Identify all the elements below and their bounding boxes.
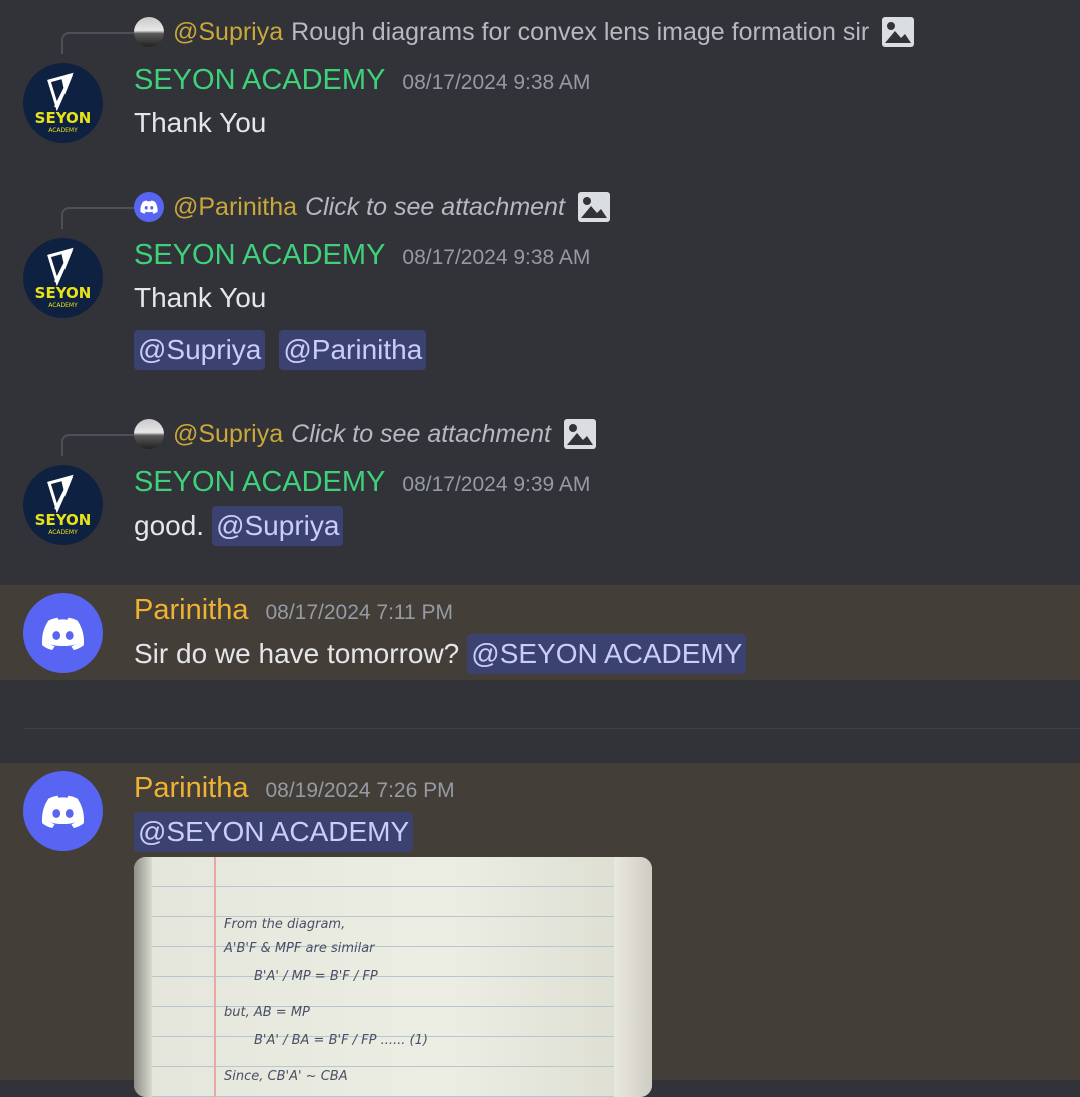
timestamp: 08/19/2024 7:26 PM	[265, 779, 455, 802]
message-header: SEYON ACADEMY 08/17/2024 9:38 AM	[134, 64, 590, 97]
message-header: Parinitha 08/19/2024 7:26 PM	[134, 772, 455, 805]
image-icon	[882, 17, 915, 47]
mention-supriya[interactable]: @Supriya	[212, 506, 344, 546]
avatar[interactable]	[23, 771, 103, 851]
svg-text:ACADEMY: ACADEMY	[48, 127, 78, 134]
timestamp: 08/17/2024 9:38 AM	[402, 71, 591, 94]
date-divider	[24, 728, 1080, 729]
svg-text:SEYON: SEYON	[35, 284, 92, 302]
avatar[interactable]: SEYON ACADEMY	[23, 238, 103, 318]
reply-text[interactable]: Rough diagrams for convex lens image for…	[291, 18, 869, 47]
seyon-academy-logo: SEYON ACADEMY	[35, 247, 92, 309]
avatar[interactable]: SEYON ACADEMY	[23, 63, 103, 143]
reply-connector	[61, 32, 135, 54]
svg-text:SEYON: SEYON	[35, 511, 92, 529]
message-text-body: good.	[134, 510, 205, 541]
image-attachment[interactable]: From the diagram, A'B'F & MPF are simila…	[134, 857, 652, 1097]
notebook-binding	[134, 857, 152, 1097]
mention-seyon-academy[interactable]: @SEYON ACADEMY	[467, 634, 747, 674]
author-name[interactable]: SEYON ACADEMY	[134, 239, 385, 272]
message-text: @SEYON ACADEMY	[134, 812, 414, 852]
reply-author[interactable]: @Parinitha	[173, 193, 297, 222]
reply-connector	[61, 434, 135, 456]
author-name[interactable]: SEYON ACADEMY	[134, 64, 385, 97]
avatar[interactable]: SEYON ACADEMY	[23, 465, 103, 545]
reply-author[interactable]: @Supriya	[173, 420, 283, 449]
mentions-row: @Supriya @Parinitha	[134, 330, 427, 370]
mention-parinitha[interactable]: @Parinitha	[279, 330, 427, 370]
reply-author[interactable]: @Supriya	[173, 18, 283, 47]
reply-preview[interactable]: @Parinitha Click to see attachment	[134, 190, 611, 224]
reply-avatar	[134, 192, 164, 222]
author-name[interactable]: Parinitha	[134, 772, 248, 805]
seyon-academy-logo: SEYON ACADEMY	[35, 72, 92, 134]
reply-preview[interactable]: @Supriya Click to see attachment	[134, 417, 597, 451]
svg-text:ACADEMY: ACADEMY	[48, 529, 78, 536]
svg-text:ACADEMY: ACADEMY	[48, 302, 78, 309]
reply-avatar	[134, 17, 164, 47]
discord-logo-icon	[41, 795, 85, 828]
timestamp: 08/17/2024 9:38 AM	[402, 246, 591, 269]
reply-avatar	[134, 419, 164, 449]
author-name[interactable]: SEYON ACADEMY	[134, 466, 385, 499]
seyon-academy-logo: SEYON ACADEMY	[35, 474, 92, 536]
reply-text[interactable]: Click to see attachment	[305, 193, 565, 222]
image-icon	[577, 192, 610, 222]
handwritten-line: B'A' / MP = B'F / FP	[254, 969, 378, 984]
discord-logo-icon	[41, 617, 85, 650]
author-name[interactable]: Parinitha	[134, 594, 248, 627]
message-text: Sir do we have tomorrow? @SEYON ACADEMY	[134, 634, 747, 674]
image-icon	[564, 419, 596, 449]
reply-preview[interactable]: @Supriya Rough diagrams for convex lens …	[134, 15, 915, 49]
reply-connector	[61, 207, 135, 229]
handwritten-line: B'A' / BA = B'F / FP ...... (1)	[254, 1033, 428, 1048]
message-header: Parinitha 08/17/2024 7:11 PM	[134, 594, 453, 627]
svg-text:SEYON: SEYON	[35, 109, 92, 127]
handwritten-line: A'B'F & MPF are similar	[224, 941, 375, 956]
message-text-body: Sir do we have tomorrow?	[134, 638, 460, 669]
handwritten-line: but, AB = MP	[224, 1005, 310, 1020]
notebook-edge	[614, 857, 652, 1097]
discord-logo-icon	[140, 200, 158, 214]
message-text: good. @Supriya	[134, 506, 344, 546]
mention-seyon-academy[interactable]: @SEYON ACADEMY	[134, 812, 414, 852]
message-header: SEYON ACADEMY 08/17/2024 9:39 AM	[134, 466, 590, 499]
timestamp: 08/17/2024 7:11 PM	[265, 601, 454, 624]
handwritten-line: Since, CB'A' ~ CBA	[224, 1069, 348, 1084]
message-text: Thank You	[134, 107, 267, 138]
handwritten-line: From the diagram,	[224, 917, 346, 932]
reply-text[interactable]: Click to see attachment	[291, 420, 551, 449]
notebook-margin	[214, 857, 216, 1097]
timestamp: 08/17/2024 9:39 AM	[402, 473, 591, 496]
message-header: SEYON ACADEMY 08/17/2024 9:38 AM	[134, 239, 590, 272]
avatar[interactable]	[23, 593, 103, 673]
mention-supriya[interactable]: @Supriya	[134, 330, 266, 370]
message-text: Thank You	[134, 282, 267, 313]
